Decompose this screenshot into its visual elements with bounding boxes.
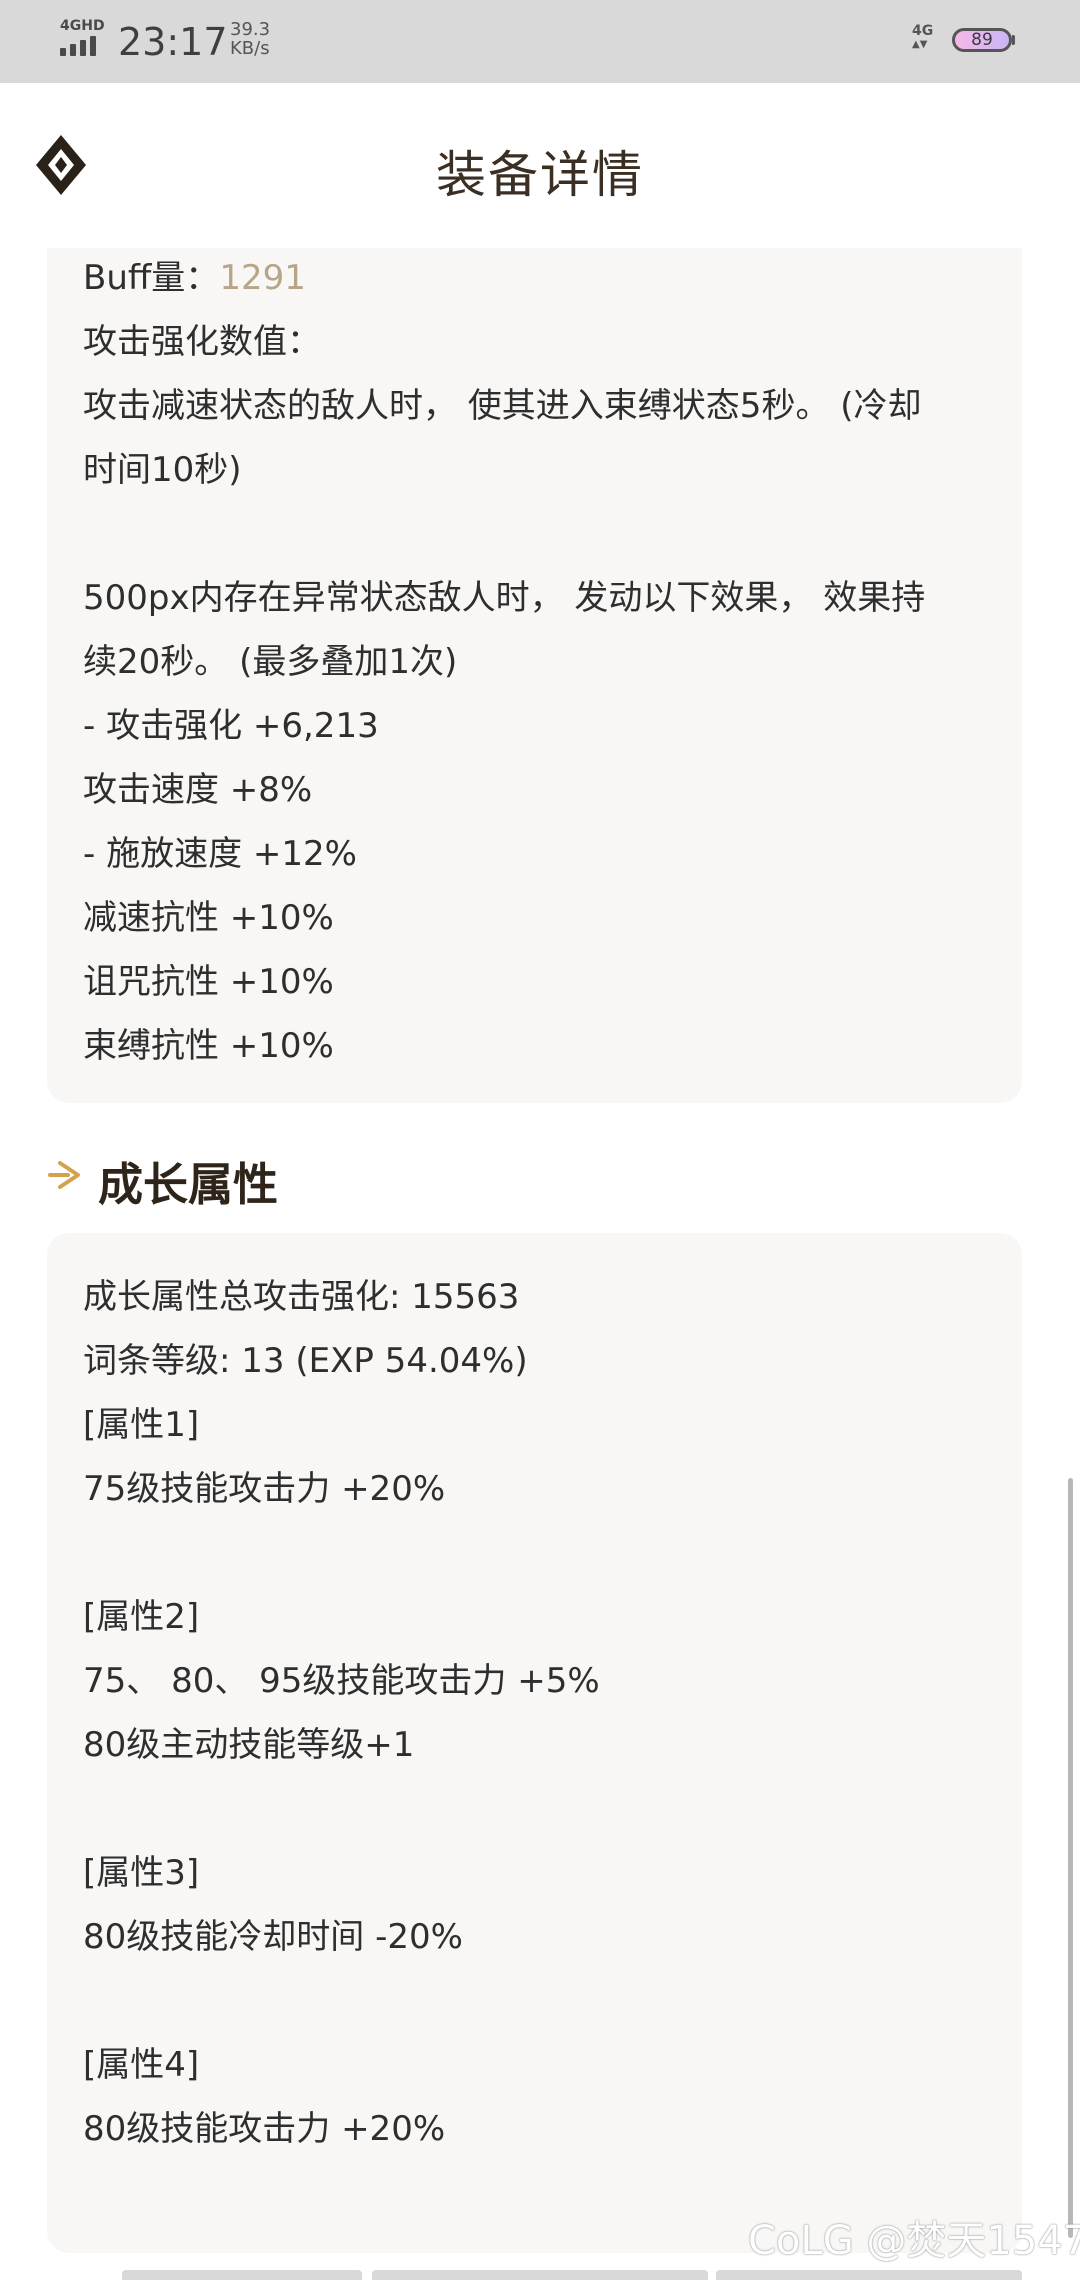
- growth-line: 75、 80、 95级技能攻击力 +5%: [83, 1661, 600, 1701]
- effect-line: 500px内存在异常状态敌人时， 发动以下效果， 效果持: [83, 578, 926, 618]
- growth-line: [属性3]: [83, 1853, 200, 1893]
- network-type-right-label: 4G: [912, 23, 934, 39]
- network-speed-unit: KB/s: [230, 38, 270, 59]
- battery-icon: 89: [952, 28, 1012, 52]
- growth-line: 80级技能攻击力 +20%: [83, 2109, 446, 2149]
- effect-line: 攻击减速状态的敌人时， 使其进入束缚状态5秒。 (冷却: [83, 386, 922, 426]
- network-type-right: 4G ▲▼: [912, 24, 933, 52]
- status-bar: 4GHD 23:17 39.3 KB/s 4G ▲▼ 89: [0, 0, 1080, 83]
- watermark: CoLG @焚天1547: [748, 2218, 1080, 2264]
- growth-line: 80级技能冷却时间 -20%: [83, 1917, 463, 1957]
- network-speed: 39.3 KB/s: [230, 20, 270, 58]
- network-speed-value: 39.3: [230, 19, 271, 40]
- effect-line: - 施放速度 +12%: [83, 834, 357, 874]
- growth-line: [属性1]: [83, 1405, 200, 1445]
- growth-line: [属性2]: [83, 1597, 200, 1637]
- app-header: 装备详情: [0, 83, 1080, 248]
- effect-line: 诅咒抗性 +10%: [83, 962, 334, 1002]
- battery-tip: [1012, 35, 1015, 45]
- arrow-right-icon: [46, 1155, 86, 1195]
- growth-line: 75级技能攻击力 +20%: [83, 1469, 446, 1509]
- effect-line: 减速抗性 +10%: [83, 898, 334, 938]
- buff-label: Buff量：: [83, 258, 220, 298]
- effect-line: 攻击强化数值：: [83, 322, 321, 362]
- growth-card: 成长属性总攻击强化: 15563 词条等级: 13 (EXP 54.04%) […: [47, 1233, 1022, 2253]
- effect-line: 攻击速度 +8%: [83, 770, 313, 810]
- bottom-tab[interactable]: [372, 2270, 708, 2280]
- growth-line: [属性4]: [83, 2045, 200, 2085]
- growth-line: 成长属性总攻击强化: 15563: [83, 1277, 520, 1317]
- clock: 23:17: [118, 20, 228, 64]
- bottom-tab[interactable]: [122, 2270, 362, 2280]
- buff-row: Buff量：1291: [83, 250, 306, 299]
- growth-line: 词条等级: 13 (EXP 54.04%): [83, 1341, 528, 1381]
- effect-line: 续20秒。 (最多叠加1次): [83, 642, 458, 682]
- section-title-growth: 成长属性: [98, 1158, 279, 1211]
- effect-line: 时间10秒): [83, 450, 242, 490]
- scrollbar[interactable]: [1068, 1478, 1073, 2238]
- network-type: 4GHD: [60, 18, 105, 34]
- signal-icon: [60, 34, 104, 56]
- effect-card: Buff量：1291 攻击强化数值： 攻击减速状态的敌人时， 使其进入束缚状态5…: [47, 248, 1022, 1103]
- data-arrows-icon: ▲▼: [912, 39, 928, 50]
- growth-line: 80级主动技能等级+1: [83, 1725, 415, 1765]
- effect-line: - 攻击强化 +6,213: [83, 706, 379, 746]
- effect-line: 束缚抗性 +10%: [83, 1026, 334, 1066]
- buff-value: 1291: [219, 258, 306, 298]
- page-title: 装备详情: [436, 146, 644, 204]
- bottom-tab[interactable]: [716, 2270, 1022, 2280]
